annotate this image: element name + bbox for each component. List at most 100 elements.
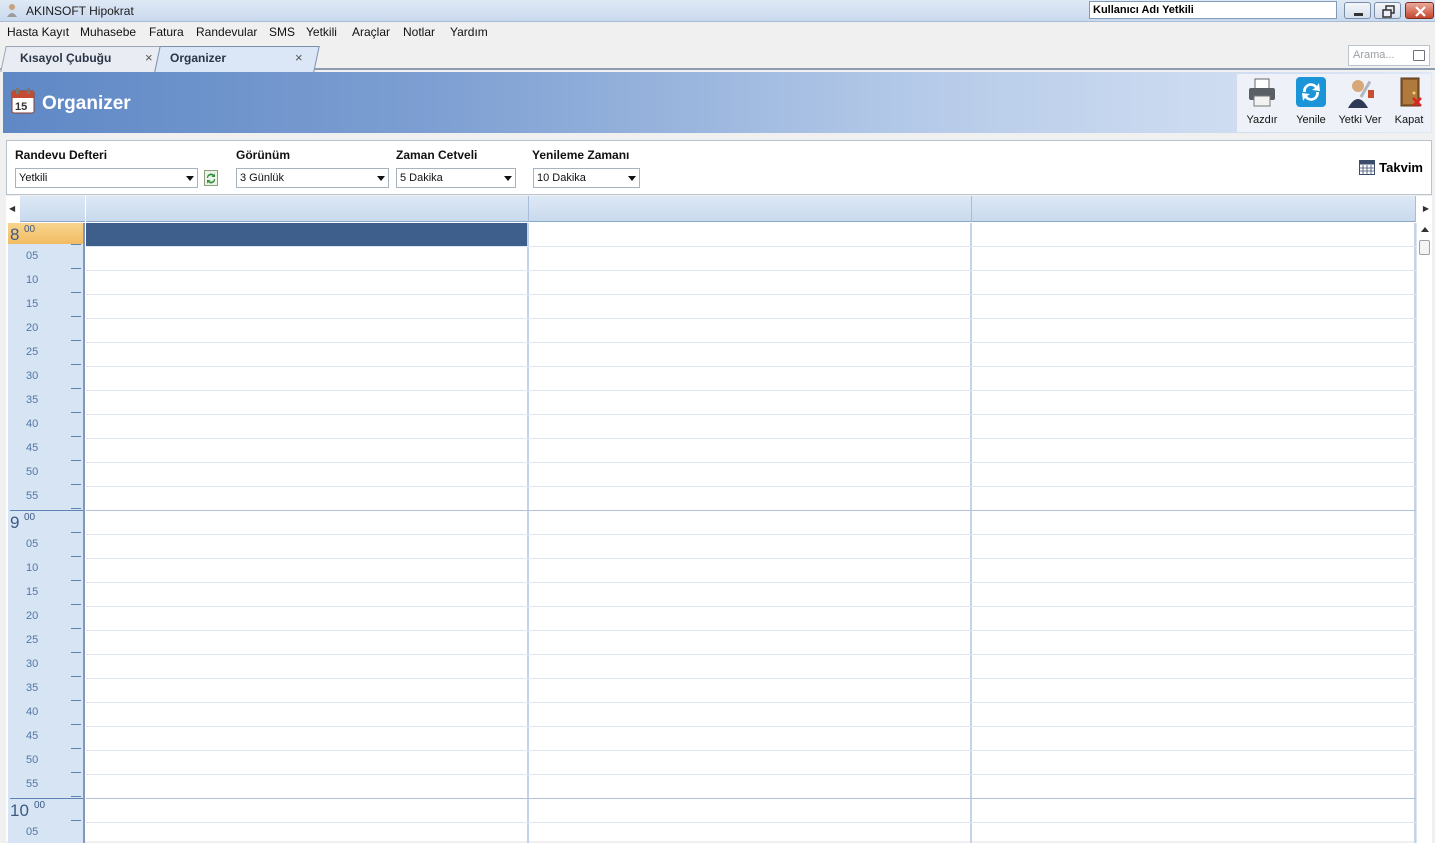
menu-muhasebe[interactable]: Muhasebe <box>80 25 136 39</box>
grid-row-line <box>86 318 1416 319</box>
calendar-label: Takvim <box>1379 160 1423 175</box>
minute-label: 30 <box>26 370 39 382</box>
minute-tick <box>71 748 81 749</box>
menu-fatura[interactable]: Fatura <box>149 25 184 39</box>
minute-label: 25 <box>26 634 39 646</box>
tab-kisayol-cubugu[interactable]: Kısayol Çubuğu <box>20 51 111 65</box>
view-label: Görünüm <box>236 148 290 162</box>
minute-tick <box>71 652 81 653</box>
calendar-icon: 15 <box>11 88 35 114</box>
tab-close-icon[interactable]: × <box>145 50 153 65</box>
refresh-time-value: 10 Dakika <box>537 172 586 184</box>
minute-tick <box>71 244 81 245</box>
minute-label: 15 <box>26 586 39 598</box>
minute-label: 35 <box>26 394 39 406</box>
grid-row-line <box>86 678 1416 679</box>
minute-tick <box>71 364 81 365</box>
minute-tick <box>71 676 81 677</box>
user-name-box[interactable]: Kullanıcı Adı Yetkili <box>1089 1 1337 19</box>
minute-label: 50 <box>26 466 39 478</box>
tab-organizer[interactable]: Organizer <box>170 51 226 65</box>
minute-label: 55 <box>26 490 39 502</box>
minute-tick <box>71 556 81 557</box>
grid-row-line <box>86 558 1416 559</box>
calendar-button[interactable]: Takvim <box>1359 160 1423 175</box>
close-window-button[interactable] <box>1405 2 1434 19</box>
window-title: AKINSOFT Hipokrat <box>26 4 134 18</box>
menu-yetkili[interactable]: Yetkili <box>306 25 337 39</box>
print-button[interactable]: Yazdır <box>1238 76 1286 130</box>
scale-label: Zaman Cetveli <box>396 148 478 162</box>
search-input[interactable]: Arama... <box>1348 45 1430 66</box>
hour-minutes-label: 00 <box>24 224 36 235</box>
menu-hasta-kayit[interactable]: Hasta Kayıt <box>7 25 69 39</box>
minute-tick <box>71 724 81 725</box>
minute-label: 05 <box>26 826 39 838</box>
hour-divider <box>10 510 83 511</box>
minute-label: 50 <box>26 754 39 766</box>
minute-tick <box>71 796 81 797</box>
menu-araclar[interactable]: Araçlar <box>352 25 390 39</box>
scroll-thumb[interactable] <box>1419 240 1430 255</box>
exit-label: Kapat <box>1394 114 1424 126</box>
grid-row-line <box>86 750 1416 751</box>
minimize-button[interactable] <box>1344 2 1371 19</box>
hour-label: 8 <box>10 225 20 244</box>
grid-row-line <box>86 294 1416 295</box>
exit-button[interactable]: Kapat <box>1385 76 1433 130</box>
minute-tick <box>71 292 81 293</box>
grid-row-line <box>86 270 1416 271</box>
restore-icon <box>1382 5 1395 18</box>
tab-close-icon[interactable]: × <box>295 50 303 65</box>
search-options-icon[interactable] <box>1413 50 1425 61</box>
grid-row-line <box>86 630 1416 631</box>
day-header-2[interactable] <box>529 196 972 222</box>
restore-button[interactable] <box>1374 2 1401 19</box>
menu-notlar[interactable]: Notlar <box>403 25 435 39</box>
current-hour-highlight <box>8 223 83 244</box>
close-icon <box>1415 6 1426 17</box>
vertical-scrollbar[interactable] <box>1416 223 1432 843</box>
minute-label: 40 <box>26 418 39 430</box>
scroll-up-icon[interactable] <box>1421 227 1429 232</box>
view-select[interactable]: 3 Günlük <box>236 168 389 188</box>
hour-divider <box>10 798 83 799</box>
scale-select[interactable]: 5 Dakika <box>396 168 516 188</box>
minute-label: 40 <box>26 706 39 718</box>
day-header-3[interactable] <box>972 196 1416 222</box>
book-label: Randevu Defteri <box>15 148 108 162</box>
minute-tick <box>71 700 81 701</box>
refresh-time-select[interactable]: 10 Dakika <box>533 168 640 188</box>
grid-row-line <box>86 654 1416 655</box>
menu-yardim[interactable]: Yardım <box>450 25 488 39</box>
minute-tick <box>71 412 81 413</box>
menu-bar: Hasta Kayıt Muhasebe Fatura Randevular S… <box>0 22 1435 42</box>
minute-tick <box>71 388 81 389</box>
page-title: Organizer <box>42 93 131 114</box>
grid-row-line <box>86 582 1416 583</box>
chevron-down-icon <box>628 176 636 181</box>
day-header-1[interactable] <box>86 196 529 222</box>
view-value: 3 Günlük <box>240 172 285 184</box>
door-exit-icon <box>1400 77 1422 107</box>
book-select[interactable]: Yetkili <box>15 168 198 188</box>
reload-book-icon[interactable] <box>204 170 218 186</box>
scroll-left-icon[interactable]: ◀ <box>9 204 15 213</box>
grid-row-line <box>86 390 1416 391</box>
minute-tick <box>71 820 81 821</box>
hour-minutes-label: 00 <box>34 800 46 811</box>
grid-row-line <box>86 534 1416 535</box>
minute-tick <box>71 484 81 485</box>
refresh-button[interactable]: Yenile <box>1287 76 1335 130</box>
minute-label: 55 <box>26 778 39 790</box>
scale-value: 5 Dakika <box>400 172 443 184</box>
grid-row-line <box>86 726 1416 727</box>
menu-sms[interactable]: SMS <box>269 25 295 39</box>
menu-randevular[interactable]: Randevular <box>196 25 257 39</box>
grid-row-line <box>86 606 1416 607</box>
time-header-corner <box>20 196 85 222</box>
appointment-grid[interactable] <box>86 223 1416 843</box>
scroll-right-icon[interactable]: ▶ <box>1423 204 1429 213</box>
minute-label: 10 <box>26 562 39 574</box>
authorize-button[interactable]: Yetki Ver <box>1336 76 1384 130</box>
